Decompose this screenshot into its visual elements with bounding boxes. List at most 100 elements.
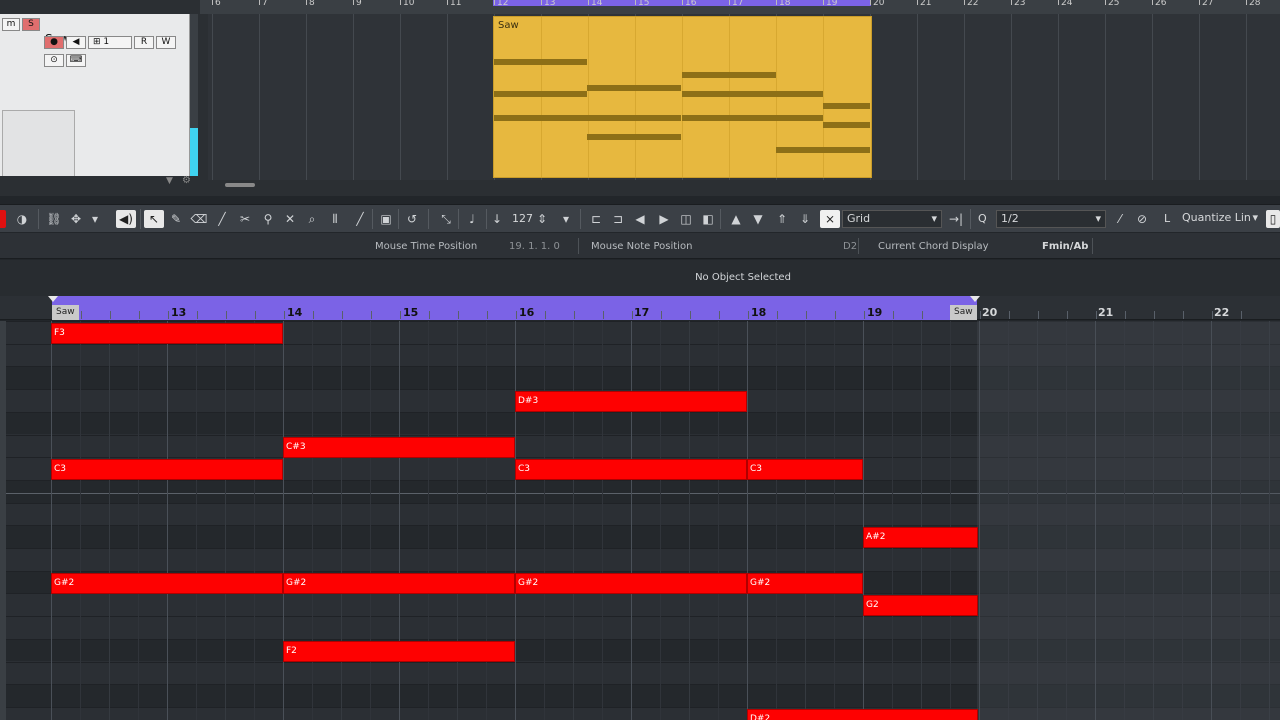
go-to-start-icon[interactable]: ⊏ bbox=[586, 210, 606, 228]
velocity-up-down-icon[interactable]: ⇕ bbox=[536, 210, 548, 228]
comb-icon[interactable]: ⫴ bbox=[325, 210, 345, 228]
snap-icon[interactable]: ⨯ bbox=[820, 210, 840, 228]
cycle-end-marker[interactable] bbox=[970, 296, 980, 302]
loop-icon[interactable]: ↺ bbox=[402, 210, 422, 228]
swing-icon[interactable]: ⁄ bbox=[1110, 210, 1130, 228]
write-automation-button[interactable]: W bbox=[156, 36, 176, 49]
velocity-dropdown-icon[interactable]: ▾ bbox=[558, 210, 574, 228]
edit-instrument-button[interactable]: ⌨ bbox=[66, 54, 86, 67]
cycle-range[interactable] bbox=[52, 296, 977, 320]
solo-button[interactable]: S bbox=[22, 18, 40, 31]
midi-channel-field[interactable]: ⊞ 1 bbox=[88, 36, 132, 49]
midi-note[interactable]: D#2 bbox=[747, 709, 978, 720]
midi-note[interactable]: G#2 bbox=[51, 573, 283, 594]
ruler-bar-number: 14 bbox=[591, 0, 603, 8]
arrange-ruler[interactable]: 6 7 8 9 10 11 12 13 14 15 16 17 18 19 20 21 22 23 24 25 26 27… bbox=[200, 0, 1280, 14]
beat-gridline bbox=[689, 321, 690, 720]
next-icon[interactable]: ▶ bbox=[654, 210, 674, 228]
beat-gridline bbox=[254, 321, 255, 720]
eraser-icon[interactable]: ⌫ bbox=[189, 210, 209, 228]
quantize-length-select[interactable]: Quantize Lin ▾ bbox=[1178, 210, 1260, 228]
midi-note[interactable]: C3 bbox=[51, 459, 283, 480]
chevron-down-icon[interactable]: ▾ bbox=[88, 210, 102, 228]
inspector-footer: ▼ ⚙ bbox=[0, 175, 198, 190]
glue-icon[interactable]: ⚲ bbox=[258, 210, 278, 228]
window-layout-icon[interactable]: ▯ bbox=[1266, 210, 1280, 228]
midi-note[interactable]: D#3 bbox=[515, 391, 747, 412]
iterative-quantize-icon[interactable]: ⊘ bbox=[1132, 210, 1152, 228]
transpose-down-icon[interactable]: ▼ bbox=[748, 210, 768, 228]
beat-gridline bbox=[167, 321, 168, 720]
insert-velocity-value[interactable]: 127 bbox=[512, 210, 533, 228]
octave-up-icon[interactable]: ⇑ bbox=[772, 210, 792, 228]
ruler-subtick bbox=[458, 311, 459, 319]
go-to-end-icon[interactable]: ⊐ bbox=[608, 210, 628, 228]
read-automation-button[interactable]: R bbox=[134, 36, 154, 49]
midi-note[interactable]: C3 bbox=[515, 459, 747, 480]
inspector-scrollbar[interactable] bbox=[190, 14, 198, 190]
pencil-icon[interactable]: ✎ bbox=[166, 210, 186, 228]
quantize-length-icon[interactable]: ⤡ bbox=[436, 210, 456, 228]
quantize-select[interactable]: 1/2 ▾ bbox=[996, 210, 1106, 228]
ruler-subtick bbox=[1009, 311, 1010, 319]
midi-note[interactable]: A#2 bbox=[863, 527, 978, 548]
cycle-start-marker[interactable] bbox=[48, 296, 58, 302]
ruler-subtick bbox=[980, 311, 981, 319]
locate-right-icon[interactable]: ◧ bbox=[698, 210, 718, 228]
part-gridline bbox=[776, 17, 777, 177]
midi-part[interactable]: Saw bbox=[493, 16, 872, 178]
lane-gridline bbox=[1011, 14, 1012, 180]
beat-gridline bbox=[834, 321, 835, 720]
midi-note[interactable]: G#2 bbox=[747, 573, 863, 594]
midi-note[interactable]: G#2 bbox=[515, 573, 747, 594]
record-enable-button[interactable]: ● bbox=[44, 36, 64, 49]
trim-icon[interactable]: ╱ bbox=[212, 210, 232, 228]
zoom-icon[interactable]: ⌕ bbox=[302, 210, 322, 228]
part-end-tag[interactable]: Saw bbox=[950, 305, 977, 320]
ruler-bar-number: 11 bbox=[450, 0, 462, 8]
midi-note[interactable]: G#2 bbox=[283, 573, 515, 594]
monitor-button[interactable]: ◀ bbox=[66, 36, 86, 49]
arrange-horizontal-scrollbar[interactable] bbox=[225, 183, 255, 187]
octave-down-icon[interactable]: ⇓ bbox=[795, 210, 815, 228]
ruler-tick bbox=[212, 0, 213, 5]
gear-icon[interactable]: ⚙ bbox=[182, 175, 191, 186]
midi-note[interactable]: C3 bbox=[747, 459, 863, 480]
record-icon[interactable] bbox=[0, 210, 6, 228]
move-icon[interactable]: ✥ bbox=[66, 210, 86, 228]
midi-note[interactable]: G2 bbox=[863, 595, 978, 616]
mute-tool-icon[interactable]: ✕ bbox=[280, 210, 300, 228]
snap-type-select[interactable]: Grid ▾ bbox=[842, 210, 942, 228]
midi-note[interactable]: C#3 bbox=[283, 437, 515, 458]
status-text: No Object Selected bbox=[695, 272, 791, 283]
lane-gridline bbox=[259, 14, 260, 180]
select-tool-icon[interactable]: ↖ bbox=[144, 210, 164, 228]
autoscroll-icon[interactable]: ◑ bbox=[12, 210, 32, 228]
previous-icon[interactable]: ◀ bbox=[630, 210, 650, 228]
speaker-icon[interactable]: ◀) bbox=[116, 210, 136, 228]
key-editor-ruler[interactable]: Saw Saw 13 14 15 16 17 18 19 20 21 22 bbox=[0, 296, 1280, 320]
step-input-icon[interactable]: ♩ bbox=[462, 210, 482, 228]
ruler-subtick bbox=[1067, 311, 1068, 319]
mute-button[interactable]: m bbox=[2, 18, 20, 31]
midi-note[interactable]: F3 bbox=[51, 323, 283, 344]
midi-note[interactable]: F2 bbox=[283, 641, 515, 662]
ruler-subtick bbox=[255, 311, 256, 319]
link-icon[interactable]: ⛓ bbox=[44, 210, 64, 228]
key-editor-toolbar: ◑ ⛓ ✥ ▾ ◀) ↖ ✎ ⌫ ╱ ✂ ⚲ ✕ ⌕ ⫴ ╱ ▣ ↺ ⤡ ♩ ↓… bbox=[0, 204, 1280, 232]
time-warp-icon[interactable]: ▣ bbox=[376, 210, 396, 228]
part-start-tag[interactable]: Saw bbox=[52, 305, 79, 320]
scissors-icon[interactable]: ✂ bbox=[235, 210, 255, 228]
line-tool-icon[interactable]: ╱ bbox=[350, 210, 370, 228]
lane-gridline bbox=[1105, 14, 1106, 180]
ruler-bar-number: 24 bbox=[1061, 0, 1073, 8]
snap-live-input-icon[interactable]: →| bbox=[946, 210, 966, 228]
ruler-tick bbox=[1152, 0, 1153, 5]
transpose-up-icon[interactable]: ▲ bbox=[726, 210, 746, 228]
ruler-bar-number: 18 bbox=[779, 0, 791, 8]
edit-channel-button[interactable]: ⊙ bbox=[44, 54, 64, 67]
locate-left-icon[interactable]: ◫ bbox=[676, 210, 696, 228]
note-grid[interactable]: F3 D#3 C#3 C3 C3 C3 A#2 G#2 G#2 G#2 G#2 … bbox=[6, 321, 1280, 720]
ruler-tick bbox=[1246, 0, 1247, 5]
collapse-icon[interactable]: ▼ bbox=[166, 176, 173, 186]
